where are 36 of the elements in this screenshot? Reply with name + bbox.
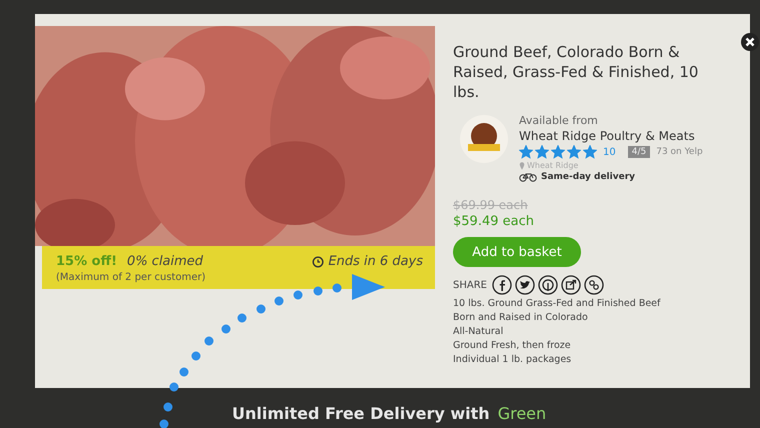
available-label: Available from xyxy=(519,114,599,127)
discount-text: 15% off! xyxy=(56,254,118,269)
deal-end-text: Ends in 6 days xyxy=(328,254,423,269)
review-count: 10 xyxy=(603,146,616,158)
external-link-icon[interactable] xyxy=(560,275,581,295)
original-price: $69.99 each xyxy=(453,198,529,212)
location-pin-icon xyxy=(519,162,525,170)
facebook-icon[interactable] xyxy=(492,275,512,295)
description-line: Individual 1 lb. packages xyxy=(453,353,572,367)
star-icon xyxy=(519,145,533,159)
vendor-logo xyxy=(459,114,509,164)
bird-icon[interactable] xyxy=(514,275,535,295)
description-line: All-Natural xyxy=(453,325,504,339)
limit-text: (Maximum of 2 per customer) xyxy=(56,272,206,283)
brand-text: Green xyxy=(498,404,546,423)
delivery-text: Same-day delivery xyxy=(541,172,636,182)
bicycle-icon xyxy=(519,172,537,182)
star-icon xyxy=(567,145,581,159)
promo-heading: Unlimited Free Delivery with xyxy=(232,404,490,423)
star-icon xyxy=(583,145,597,159)
yelp-score: 4/5 xyxy=(628,146,650,158)
claimed-text: 0% claimed xyxy=(127,254,204,269)
location-text: Wheat Ridge xyxy=(527,161,578,170)
star-icon xyxy=(535,145,549,159)
sale-price: $59.49 each xyxy=(453,214,535,229)
close-icon[interactable] xyxy=(740,32,760,52)
description-line: Ground Fresh, then froze xyxy=(453,339,572,353)
description-line: Born and Raised in Colorado xyxy=(453,311,589,325)
vendor-name[interactable]: Wheat Ridge Poultry & Meats xyxy=(519,129,703,143)
product-title: Ground Beef, Colorado Born & Raised, Grass-Fed & Finished, 10 lbs. xyxy=(453,42,700,102)
share-label: SHARE xyxy=(453,280,487,290)
description-line: 10 lbs. Ground Grass-Fed and Finished Beef xyxy=(453,297,662,311)
yelp-count: 73 on Yelp xyxy=(656,147,703,157)
link-icon[interactable] xyxy=(584,275,604,295)
star-icon xyxy=(551,145,565,159)
clock-icon xyxy=(312,256,324,268)
